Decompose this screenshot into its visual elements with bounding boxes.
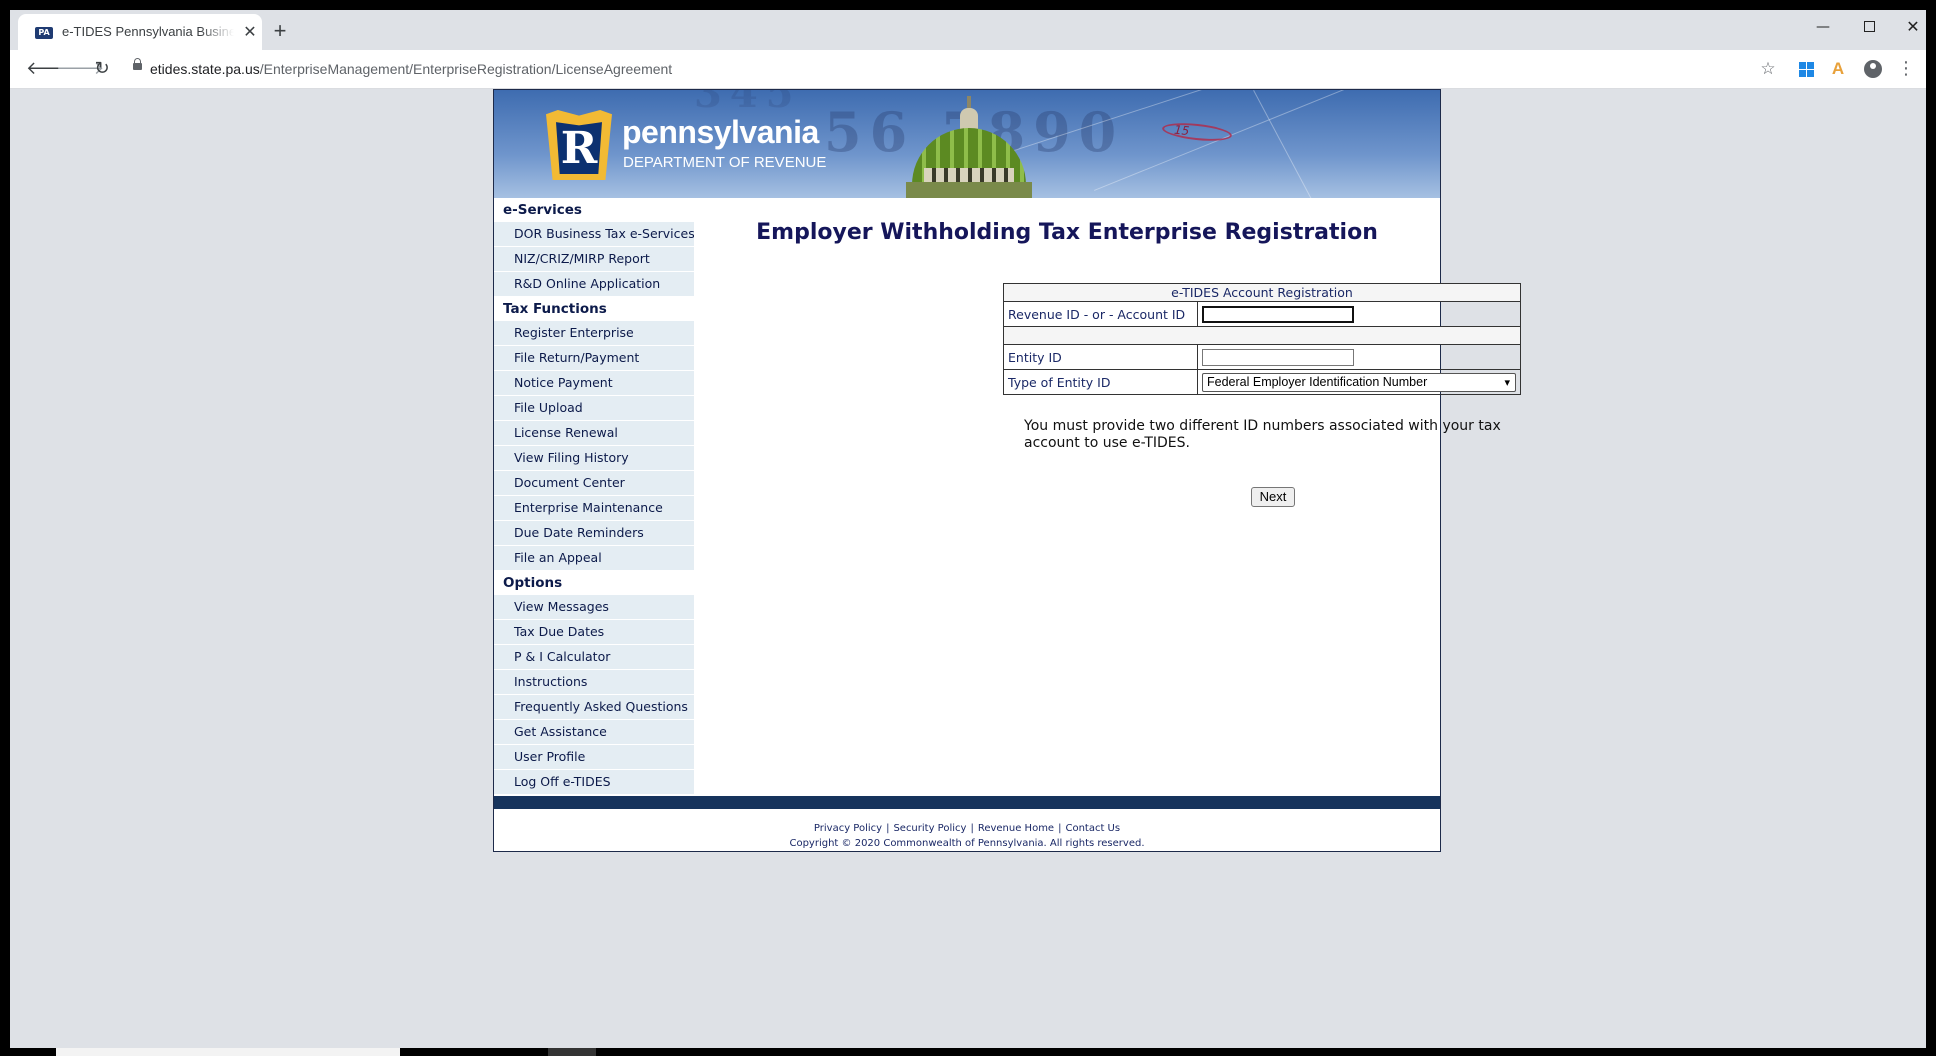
sidebar-item-document-center[interactable]: Document Center <box>494 471 694 495</box>
logo-letter: R <box>560 123 598 174</box>
entity-type-selected-value: Federal Employer Identification Number <box>1207 374 1428 389</box>
sidebar-item-user-profile[interactable]: User Profile <box>494 745 694 769</box>
address-bar[interactable]: etides.state.pa.us/EnterpriseManagement/… <box>150 59 672 79</box>
footer: Privacy Policy | Security Policy | Revenue H… <box>494 809 1440 851</box>
tab-strip: PA e-TIDES Pennsylvania Business Tax ✕ +… <box>10 10 1926 50</box>
entity-type-label: Type of Entity ID <box>1003 369 1198 395</box>
capitol-base <box>906 182 1032 198</box>
sidebar-item-tax-due-dates[interactable]: Tax Due Dates <box>494 620 694 644</box>
footer-separator: | <box>886 823 890 834</box>
window-minimize-button[interactable]: — <box>1800 10 1846 44</box>
footer-copyright: Copyright © 2020 Commonwealth of Pennsyl… <box>789 838 1145 849</box>
star-icon[interactable]: ☆ <box>1756 57 1780 81</box>
window-restore-button[interactable] <box>1846 10 1892 44</box>
tab-favicon-icon: PA <box>35 27 53 39</box>
sidebar-item-file-upload[interactable]: File Upload <box>494 396 694 420</box>
revenue-id-input[interactable] <box>1202 305 1354 323</box>
taskbar <box>0 1048 1936 1056</box>
taskbar-item[interactable] <box>56 1048 400 1056</box>
browser-window: PA e-TIDES Pennsylvania Business Tax ✕ +… <box>10 10 1926 1048</box>
logo-subtitle: DEPARTMENT OF REVENUE <box>623 154 827 171</box>
menu-kebab-icon[interactable]: ⋮ <box>1894 57 1918 81</box>
sidebar-item-file-return-payment[interactable]: File Return/Payment <box>494 346 694 370</box>
banner-circled-number: 15 <box>1161 120 1233 144</box>
sidebar-item-register-enterprise[interactable]: Register Enterprise <box>494 321 694 345</box>
forward-arrow-icon[interactable]: 🡒 <box>56 55 104 83</box>
page-container: 345 56 7890 15 R pennsylvania DEPARTMENT… <box>493 89 1521 852</box>
taskbar-item[interactable] <box>548 1048 596 1056</box>
url-path: /EnterpriseManagement/EnterpriseRegistra… <box>259 61 673 77</box>
nav-section-title: Tax Functions <box>494 297 694 321</box>
footer-links: Privacy Policy | Security Policy | Revenue H… <box>494 823 1440 834</box>
sidebar-item-log-off-e-tides[interactable]: Log Off e-TIDES <box>494 770 694 794</box>
chevron-down-icon: ▾ <box>1504 376 1510 389</box>
entity-id-label: Entity ID <box>1003 344 1198 370</box>
next-button[interactable]: Next <box>1251 487 1295 507</box>
sidebar-item-view-messages[interactable]: View Messages <box>494 595 694 619</box>
browser-toolbar: 🡐 🡒 ↻ etides.state.pa.us/EnterpriseManag… <box>10 50 1926 89</box>
page-viewport: 345 56 7890 15 R pennsylvania DEPARTMENT… <box>10 89 1926 1048</box>
entity-id-input[interactable] <box>1202 348 1354 366</box>
footer-link-privacy-policy[interactable]: Privacy Policy <box>814 823 882 834</box>
entity-type-select[interactable]: Federal Employer Identification Number ▾ <box>1202 372 1516 392</box>
registration-table: e-TIDES Account Registration Revenue ID … <box>1003 283 1521 395</box>
back-arrow-icon[interactable]: 🡐 <box>26 55 74 83</box>
restore-icon <box>1863 21 1875 32</box>
sidebar-item-r-d-online-application[interactable]: R&D Online Application <box>494 272 694 296</box>
sidebar-item-frequently-asked-questions[interactable]: Frequently Asked Questions <box>494 695 694 719</box>
sidebar-item-due-date-reminders[interactable]: Due Date Reminders <box>494 521 694 545</box>
profile-icon[interactable] <box>1860 57 1884 81</box>
page-title: Employer Withholding Tax Enterprise Regi… <box>756 220 1378 245</box>
footer-link-security-policy[interactable]: Security Policy <box>893 823 966 834</box>
window-close-button[interactable]: ✕ <box>1890 10 1926 44</box>
revenue-id-label: Revenue ID - or - Account ID <box>1003 301 1198 327</box>
registration-table-caption: e-TIDES Account Registration <box>1003 283 1521 302</box>
banner-bg-digits-back: 345 <box>694 90 802 117</box>
footer-separator: | <box>970 823 974 834</box>
sidebar-item-get-assistance[interactable]: Get Assistance <box>494 720 694 744</box>
sidebar-item-instructions[interactable]: Instructions <box>494 670 694 694</box>
header-banner: 345 56 7890 15 R pennsylvania DEPARTMENT… <box>494 90 1440 198</box>
tab-title: e-TIDES Pennsylvania Business Tax <box>62 24 234 39</box>
footer-link-contact-us[interactable]: Contact Us <box>1065 823 1120 834</box>
nav-section-title: e-Services <box>494 198 694 222</box>
new-tab-button[interactable]: + <box>266 17 294 45</box>
sidebar-item-enterprise-maintenance[interactable]: Enterprise Maintenance <box>494 496 694 520</box>
footer-separator: | <box>1058 823 1062 834</box>
main-content: Employer Withholding Tax Enterprise Regi… <box>694 198 1521 796</box>
sidebar-item-notice-payment[interactable]: Notice Payment <box>494 371 694 395</box>
sidebar-item-p-i-calculator[interactable]: P & I Calculator <box>494 645 694 669</box>
sidebar-item-license-renewal[interactable]: License Renewal <box>494 421 694 445</box>
sidebar-item-dor-business-tax-e-services[interactable]: DOR Business Tax e-Services <box>494 222 694 246</box>
table-spacer-row <box>1003 326 1521 345</box>
browser-tab[interactable]: PA e-TIDES Pennsylvania Business Tax ✕ <box>18 14 262 50</box>
tab-close-icon[interactable]: ✕ <box>240 22 260 42</box>
nav-section-title: Options <box>494 571 694 595</box>
reload-icon[interactable]: ↻ <box>88 55 116 83</box>
sidebar-item-file-an-appeal[interactable]: File an Appeal <box>494 546 694 570</box>
windows-icon[interactable] <box>1794 57 1818 81</box>
instruction-note: You must provide two different ID number… <box>1024 418 1501 451</box>
sidebar-item-view-filing-history[interactable]: View Filing History <box>494 446 694 470</box>
footer-link-revenue-home[interactable]: Revenue Home <box>978 823 1054 834</box>
logo-wordmark: pennsylvania <box>622 114 819 150</box>
acrobat-icon[interactable]: A <box>1826 57 1850 81</box>
left-navigation: e-Services DOR Business Tax e-Services NIZ… <box>494 198 694 796</box>
footer-bar <box>494 796 1440 809</box>
sidebar-item-niz-criz-mirp-report[interactable]: NIZ/CRIZ/MIRP Report <box>494 247 694 271</box>
url-host: etides.state.pa.us <box>150 61 260 77</box>
lock-icon[interactable] <box>133 58 142 70</box>
